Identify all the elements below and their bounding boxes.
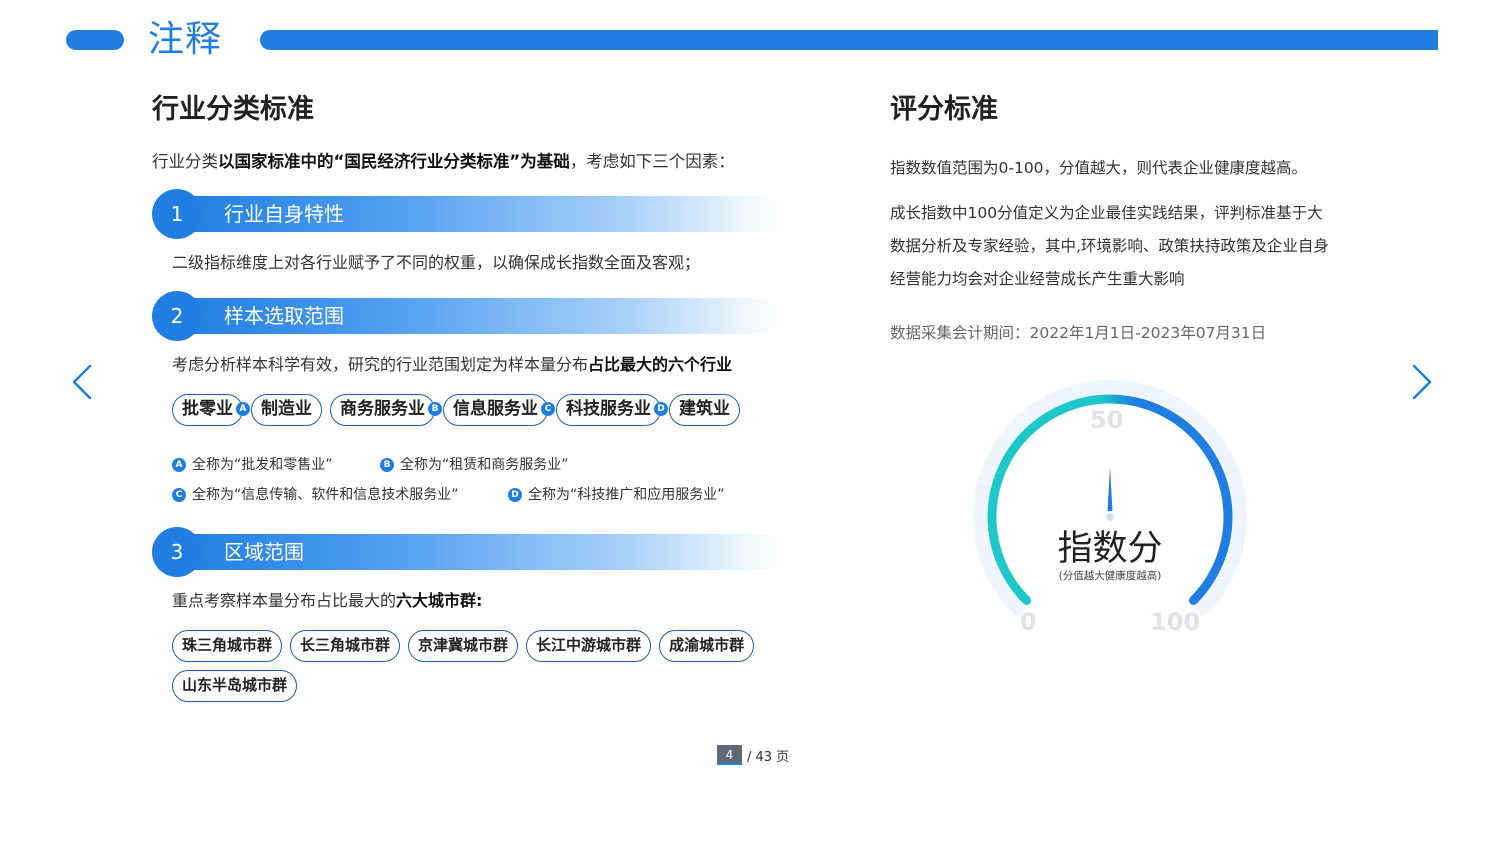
note-text: 全称为“批发和零售业”: [192, 457, 333, 473]
badge-a-icon: A: [172, 458, 186, 472]
factor-number: 3: [152, 527, 202, 577]
intro-bold: 以国家标准中的“国民经济行业分类标准”为基础: [218, 152, 570, 171]
factor-3: 3 区域范围: [152, 527, 802, 578]
intro-post: ，考虑如下三个因素：: [569, 152, 735, 171]
score-gauge: 50 指数分 (分值越大健康度越高) 0 100: [960, 372, 1260, 652]
desc-bold: 占比最大的六个行业: [588, 355, 733, 374]
section-heading: 评分标准: [890, 94, 998, 125]
industry-pill: 信息服务业 C: [443, 394, 555, 426]
factor-label: 区域范围: [224, 540, 304, 564]
badge-d-icon: D: [508, 488, 522, 502]
gauge-mid-label: 50: [1090, 406, 1124, 434]
scoring-section: 评分标准 指数数值范围为0-100，分值越大，则代表企业健康度越高。 成长指数中…: [890, 92, 1330, 348]
gauge-max-label: 100: [1150, 608, 1201, 636]
score-definition-text: 成长指数中100分值定义为企业最佳实践结果，评判标准基于大数据分析及专家经验，其…: [890, 204, 1329, 288]
region-pill: 长三角城市群: [290, 630, 401, 662]
current-page-input[interactable]: 4: [717, 745, 742, 765]
gauge-title: 指数分: [1057, 529, 1163, 569]
data-period-text: 数据采集会计期间：2022年1月1日-2023年07月31日: [890, 324, 1267, 342]
desc-bold: 六大城市群:: [396, 591, 483, 610]
factor-label: 样本选取范围: [224, 304, 344, 328]
intro-pre: 行业分类: [152, 152, 218, 171]
header-accent-bar-right: [260, 30, 1438, 50]
note-item: B 全称为“租赁和商务服务业”: [380, 450, 569, 480]
factor-1: 1 行业自身特性: [152, 189, 802, 240]
gauge-min-label: 0: [1020, 608, 1037, 636]
note-text: 全称为“科技推广和应用服务业”: [528, 487, 725, 503]
note-item: C 全称为“信息传输、软件和信息技术服务业”: [172, 480, 508, 510]
note-text: 全称为“信息传输、软件和信息技术服务业”: [192, 487, 459, 503]
notes-row: A 全称为“批发和零售业” B 全称为“租赁和商务服务业”: [172, 450, 802, 480]
desc-pre: 重点考察样本量分布占比最大的: [172, 591, 397, 610]
pill-label: 建筑业: [679, 399, 730, 419]
pill-label: 批零业: [182, 399, 233, 419]
chevron-left-icon: [72, 364, 92, 400]
region-pill: 珠三角城市群: [172, 630, 283, 662]
note-item: A 全称为“批发和零售业”: [172, 450, 380, 480]
chevron-right-icon: [1412, 364, 1432, 400]
factor-number: 2: [152, 291, 202, 341]
pill-label: 科技服务业: [566, 399, 651, 419]
factor-2-desc: 考虑分析样本科学有效，研究的行业范围划定为样本量分布占比最大的六个行业: [172, 352, 802, 378]
pagination: 4 / 43 页: [717, 745, 789, 765]
region-pill: 京津冀城市群: [408, 630, 519, 662]
next-page-button[interactable]: [1400, 362, 1440, 402]
factor-label: 行业自身特性: [224, 202, 344, 226]
page-title: 注释: [148, 19, 223, 60]
section-heading: 行业分类标准: [152, 94, 314, 125]
intro-text: 行业分类以国家标准中的“国民经济行业分类标准”为基础，考虑如下三个因素：: [152, 150, 802, 174]
factor-number: 1: [152, 189, 202, 239]
gauge-needle: [1107, 467, 1113, 511]
region-pill: 成渝城市群: [659, 630, 755, 662]
note-text: 全称为“租赁和商务服务业”: [400, 457, 569, 473]
prev-page-button[interactable]: [64, 362, 104, 402]
factor-3-desc: 重点考察样本量分布占比最大的六大城市群:: [172, 588, 802, 614]
region-pill: 长江中游城市群: [526, 630, 652, 662]
header-accent-bar-left: [66, 30, 124, 50]
notes-row: C 全称为“信息传输、软件和信息技术服务业” D 全称为“科技推广和应用服务业”: [172, 480, 802, 510]
badge-d-icon: D: [654, 402, 668, 416]
badge-b-icon: B: [428, 402, 442, 416]
pill-label: 商务服务业: [340, 399, 425, 419]
factor-2: 2 样本选取范围: [152, 291, 802, 342]
desc-pre: 考虑分析样本科学有效，研究的行业范围划定为样本量分布: [172, 355, 589, 374]
region-pill: 山东半岛城市群: [172, 670, 298, 702]
gauge-subtitle: (分值越大健康度越高): [1058, 570, 1162, 582]
industry-pill: 商务服务业 B: [330, 394, 442, 426]
industry-classification-section: 行业分类标准 行业分类以国家标准中的“国民经济行业分类标准”为基础，考虑如下三个…: [152, 92, 802, 702]
industry-pill: 建筑业: [669, 394, 740, 426]
note-item: D 全称为“科技推广和应用服务业”: [508, 480, 725, 510]
industry-pill: 批零业 A: [172, 394, 250, 426]
badge-a-icon: A: [236, 402, 250, 416]
page-total: / 43 页: [747, 749, 790, 765]
industry-notes: A 全称为“批发和零售业” B 全称为“租赁和商务服务业” C 全称为“信息传输、软件…: [172, 450, 802, 510]
industry-pill: 制造业: [251, 394, 322, 426]
score-range-text: 指数数值范围为0-100，分值越大，则代表企业健康度越高。: [890, 159, 1308, 177]
pill-label: 制造业: [261, 399, 312, 419]
factor-1-desc: 二级指标维度上对各行业赋予了不同的权重，以确保成长指数全面及客观；: [172, 253, 701, 272]
badge-c-icon: C: [541, 402, 555, 416]
industry-pill: 科技服务业 D: [556, 394, 668, 426]
badge-c-icon: C: [172, 488, 186, 502]
region-list: 珠三角城市群 长三角城市群 京津冀城市群 长江中游城市群 成渝城市群 山东半岛城…: [172, 630, 802, 702]
badge-b-icon: B: [380, 458, 394, 472]
pill-label: 信息服务业: [453, 399, 538, 419]
industry-list: 批零业 A 制造业 商务服务业 B 信息服务业 C 科技服务业 D 建筑业: [172, 394, 802, 426]
